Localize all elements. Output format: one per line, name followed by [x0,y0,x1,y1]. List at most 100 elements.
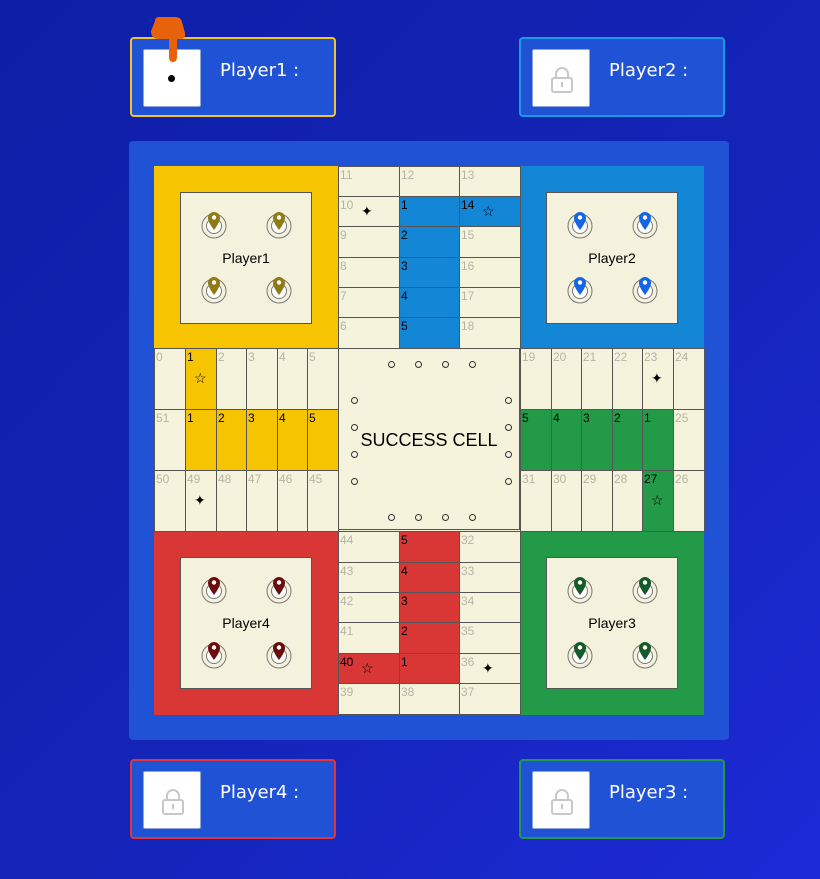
red-piece[interactable] [200,640,228,670]
board-cell[interactable]: 47 [246,470,278,532]
red-piece[interactable] [200,575,228,605]
yellow-piece[interactable] [200,275,228,305]
board-cell[interactable]: 14 ☆ [459,196,521,227]
board-cell[interactable]: 3 [246,348,278,410]
board-cell[interactable]: 24 [673,348,705,410]
blue-piece[interactable] [566,275,594,305]
cell-number: 4 [279,350,286,364]
board-cell[interactable]: 2 [399,622,460,654]
board-cell[interactable]: 23 ✦ [642,348,674,410]
board-cell[interactable]: 39 [338,683,400,715]
board-cell[interactable]: 3 [246,409,278,471]
yellow-piece[interactable] [200,210,228,240]
board-cell[interactable]: 21 [581,348,613,410]
board-cell[interactable]: 30 [551,470,582,532]
board-cell[interactable]: 5 [520,409,552,471]
board-cell[interactable]: 17 [459,287,521,318]
board-cell[interactable]: 2 [216,409,247,471]
cell-number: 47 [248,472,262,486]
red-piece[interactable] [265,575,293,605]
board-cell[interactable]: 6 [338,317,400,349]
success-cell-slot [469,361,476,368]
player4-die[interactable] [143,771,201,829]
blue-piece[interactable] [631,275,659,305]
yellow-piece[interactable] [265,210,293,240]
board-cell[interactable]: 20 [551,348,582,410]
board-cell[interactable]: 12 [399,166,460,197]
board-cell[interactable]: 25 [673,409,705,471]
board-cell[interactable]: 46 [277,470,308,532]
board-cell[interactable]: 1 [399,653,460,684]
green-piece[interactable] [566,575,594,605]
home-green: Player3 [520,531,704,715]
board-cell[interactable]: 41 [338,622,400,654]
board-cell[interactable]: 19 [520,348,552,410]
board-cell[interactable]: 50 [154,470,186,532]
board-cell[interactable]: 1 [399,196,460,227]
board-cell[interactable]: 26 [673,470,705,532]
board-cell[interactable]: 48 [216,470,247,532]
board-cell[interactable]: 45 [307,470,339,532]
board-cell[interactable]: 9 [338,226,400,258]
board-cell[interactable]: 10 ✦ [338,196,400,227]
board-cell[interactable]: 37 [459,683,521,715]
board-cell[interactable]: 40 ☆ [338,653,400,684]
board-cell[interactable]: 44 [338,531,400,563]
board-cell[interactable]: 5 [399,317,460,349]
board-cell[interactable]: 2 [399,226,460,258]
cell-number: 13 [461,168,475,182]
board-cell[interactable]: 5 [307,409,339,471]
red-piece[interactable] [265,640,293,670]
board-cell[interactable]: 4 [551,409,582,471]
board-cell[interactable]: 4 [277,409,308,471]
board-cell[interactable]: 16 [459,257,521,288]
board-cell[interactable]: 4 [399,287,460,318]
board-cell[interactable]: 7 [338,287,400,318]
board-cell[interactable]: 29 [581,470,613,532]
board-cell[interactable]: 18 [459,317,521,349]
yellow-piece[interactable] [265,275,293,305]
green-piece[interactable] [631,575,659,605]
board-cell[interactable]: 3 [399,592,460,623]
board-cell[interactable]: 38 [399,683,460,715]
player3-die[interactable] [532,771,590,829]
board-cell[interactable]: 34 [459,592,521,623]
green-piece[interactable] [566,640,594,670]
board-cell[interactable]: 15 [459,226,521,258]
board-cell[interactable]: 27 ☆ [642,470,674,532]
board-cell[interactable]: 5 [307,348,339,410]
board-cell[interactable]: 22 [612,348,643,410]
board-cell[interactable]: 1 ☆ [185,348,217,410]
board-cell[interactable]: 51 [154,409,186,471]
board-cell[interactable]: 11 [338,166,400,197]
board-cell[interactable]: 1 [185,409,217,471]
board-cell[interactable]: 1 [642,409,674,471]
board-cell[interactable]: 31 [520,470,552,532]
board-cell[interactable]: 49 ✦ [185,470,217,532]
board-cell[interactable]: 32 [459,531,521,563]
board-cell[interactable]: 3 [399,257,460,288]
board-cell[interactable]: 33 [459,562,521,593]
cell-number: 2 [614,411,621,425]
board-cell[interactable]: 4 [399,562,460,593]
board-cell[interactable]: 42 [338,592,400,623]
board-cell[interactable]: 28 [612,470,643,532]
board-cell[interactable]: 2 [216,348,247,410]
cell-number: 38 [401,685,415,699]
board-cell[interactable]: 0 [154,348,186,410]
board-cell[interactable]: 8 [338,257,400,288]
board-cell[interactable]: 43 [338,562,400,593]
board-cell[interactable]: 13 [459,166,521,197]
player2-name: Player2 : [609,60,689,81]
board-cell[interactable]: 2 [612,409,643,471]
board-cell[interactable]: 36 ✦ [459,653,521,684]
board-cell[interactable]: 4 [277,348,308,410]
blue-piece[interactable] [566,210,594,240]
green-piece[interactable] [631,640,659,670]
board-cell[interactable]: 3 [581,409,613,471]
cell-number: 32 [461,533,475,547]
board-cell[interactable]: 35 [459,622,521,654]
blue-piece[interactable] [631,210,659,240]
board-cell[interactable]: 5 [399,531,460,563]
player2-die[interactable] [532,49,590,107]
